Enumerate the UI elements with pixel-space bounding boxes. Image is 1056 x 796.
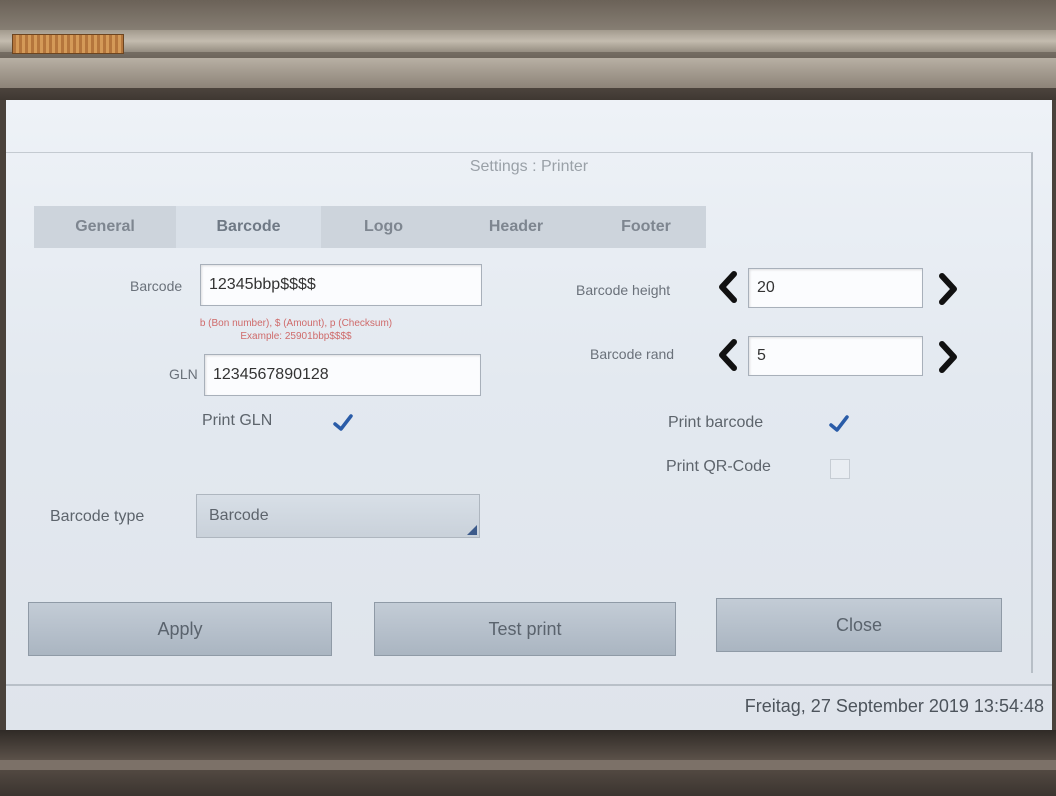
display-connector (12, 34, 124, 54)
chevron-right-icon (939, 341, 957, 373)
barcode-type-value: Barcode (209, 507, 269, 524)
device-bezel-top (0, 0, 1056, 100)
gln-input[interactable]: 1234567890128 (204, 354, 481, 396)
barcode-rand-increase[interactable] (934, 340, 962, 374)
barcode-hint-example: Example: 25901bbp$$$$ (240, 331, 352, 342)
apply-button[interactable]: Apply (28, 602, 332, 656)
barcode-rand-label: Barcode rand (590, 346, 675, 362)
barcode-height-input[interactable]: 20 (748, 268, 923, 308)
device-bezel-bottom (0, 730, 1056, 796)
window-title: Settings : Printer (469, 158, 589, 175)
ribbon-cable (0, 30, 1056, 52)
tab-barcode[interactable]: Barcode (176, 206, 321, 248)
barcode-type-label: Barcode type (50, 508, 145, 525)
barcode-height-increase[interactable] (934, 272, 962, 306)
print-gln-checkbox[interactable] (332, 412, 354, 434)
tab-footer[interactable]: Footer (586, 206, 706, 248)
tab-header[interactable]: Header (446, 206, 586, 248)
test-print-button[interactable]: Test print (374, 602, 676, 656)
barcode-height-decrease[interactable] (714, 270, 742, 304)
gln-label: GLN (169, 366, 198, 382)
barcode-input[interactable]: 12345bbp$$$$ (200, 264, 482, 306)
print-qrcode-checkbox[interactable] (830, 459, 850, 479)
touch-screen: Settings : Printer General Barcode Logo … (6, 100, 1052, 730)
bezel-tape (0, 58, 1056, 88)
chevron-left-icon (719, 271, 737, 303)
status-datetime: Freitag, 27 September 2019 13:54:48 (744, 696, 1044, 716)
tab-bar: General Barcode Logo Header Footer (34, 206, 706, 248)
barcode-rand-input[interactable]: 5 (748, 336, 923, 376)
print-qrcode-label: Print QR-Code (666, 458, 771, 475)
barcode-label: Barcode (130, 278, 183, 294)
tab-general[interactable]: General (34, 206, 176, 248)
chevron-right-icon (939, 273, 957, 305)
dropdown-corner-icon (467, 525, 477, 535)
status-bar: Freitag, 27 September 2019 13:54:48 (6, 684, 1052, 730)
chevron-left-icon (719, 339, 737, 371)
bezel-strip (0, 760, 1056, 770)
tab-logo[interactable]: Logo (321, 206, 446, 248)
print-barcode-label: Print barcode (668, 414, 764, 431)
print-gln-label: Print GLN (202, 412, 273, 429)
barcode-rand-decrease[interactable] (714, 338, 742, 372)
barcode-hint-format: b (Bon number), $ (Amount), p (Checksum) (199, 318, 393, 329)
print-barcode-checkbox[interactable] (828, 413, 850, 435)
barcode-height-label: Barcode height (576, 282, 671, 298)
checkmark-icon (829, 415, 849, 432)
barcode-type-select[interactable]: Barcode (196, 494, 480, 538)
checkmark-icon (333, 414, 353, 431)
close-button[interactable]: Close (716, 598, 1002, 652)
